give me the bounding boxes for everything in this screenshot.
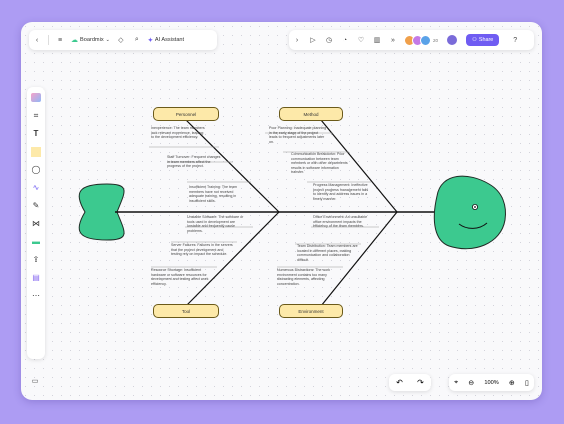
category-label: Environment (298, 308, 324, 314)
category-tool[interactable]: Tool (153, 304, 219, 318)
cause-text[interactable]: Inexperience: The team members lack rele… (151, 126, 207, 140)
cause-text[interactable]: Server Failures: Failures in the servers… (171, 243, 233, 257)
cause-text[interactable]: Progress Management: Ineffective project… (313, 183, 371, 201)
cause-text[interactable]: Communication Breakdown: Poor communicat… (291, 152, 351, 175)
category-label: Tool (181, 308, 191, 314)
category-label: Personnel (175, 111, 197, 117)
cause-text[interactable]: Team Distribution: Team members are loca… (297, 244, 359, 262)
cause-text[interactable]: Unstable Software: The software or tools… (187, 215, 249, 233)
category-personnel[interactable]: Personnel (153, 107, 219, 121)
history-toolbar: ↶ ↷ (389, 374, 431, 391)
pointer-icon[interactable]: ⌖ (454, 379, 458, 387)
zoom-toolbar: ⌖ ⊖ 100% ⊕ ▯ (449, 374, 534, 391)
fish-head (433, 175, 506, 250)
cause-text[interactable]: Office Environment: An unsuitable office… (313, 215, 375, 229)
board-window: ‹ ≡ ☁ Boardmix ⌄ ◇ ⌕ ✦ AI Assistant › ▷ … (21, 22, 542, 400)
cause-text[interactable]: Insufficient Training: The team members … (189, 185, 247, 203)
fit-screen-icon[interactable]: ▯ (525, 379, 529, 387)
cause-text[interactable]: Staff Turnover: Frequent changes in team… (167, 155, 223, 169)
category-label: Method (303, 111, 319, 117)
fishbone-diagram (78, 119, 506, 307)
cause-text[interactable]: Numerous Distractions: The work environm… (277, 268, 339, 286)
redo-icon[interactable]: ↷ (417, 378, 424, 387)
undo-icon[interactable]: ↶ (396, 378, 403, 387)
zoom-out-icon[interactable]: ⊖ (468, 379, 474, 387)
category-method[interactable]: Method (279, 107, 343, 121)
category-environment[interactable]: Environment (279, 304, 343, 318)
cause-text[interactable]: Resource Shortage: Insufficient hardware… (151, 268, 213, 286)
fish-pupil (474, 206, 476, 208)
zoom-in-icon[interactable]: ⊕ (509, 379, 515, 387)
cause-text[interactable]: Poor Planning: Inadequate planning in th… (269, 126, 327, 144)
zoom-level[interactable]: 100% (484, 380, 498, 386)
